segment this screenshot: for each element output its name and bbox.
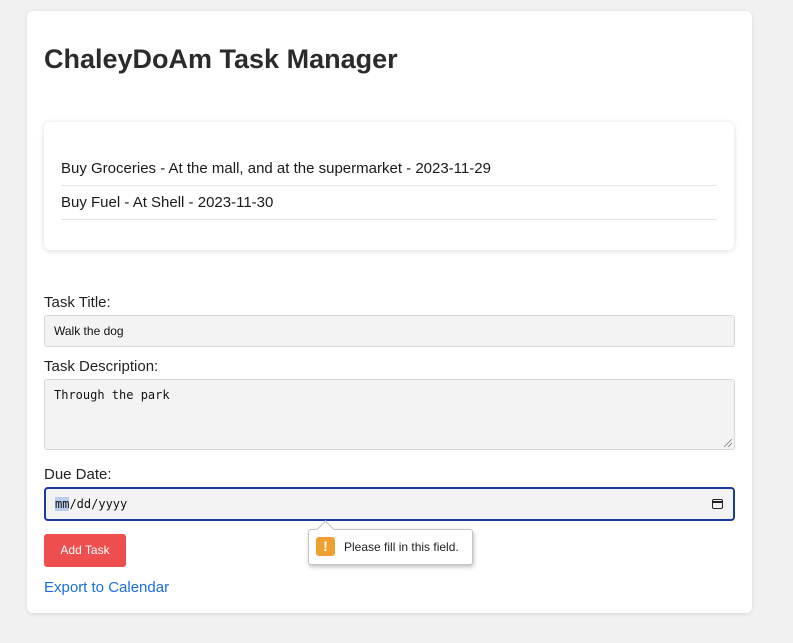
calendar-icon[interactable]	[712, 499, 723, 509]
validation-tooltip: ! Please fill in this field.	[308, 529, 473, 565]
task-description-label: Task Description:	[44, 358, 159, 375]
export-to-calendar-link[interactable]: Export to Calendar	[44, 579, 169, 596]
date-month-segment[interactable]: mm	[55, 497, 70, 511]
date-day-year-segments[interactable]: /dd/yyyy	[69, 497, 127, 511]
validation-message: Please fill in this field.	[344, 540, 459, 554]
due-date-input[interactable]: mm/dd/yyyy	[44, 487, 735, 521]
task-item: Buy Fuel - At Shell - 2023-11-30	[61, 186, 717, 220]
task-description-value: Through the park	[54, 388, 170, 402]
task-title-input[interactable]: Walk the dog	[44, 315, 735, 347]
main-card: ChaleyDoAm Task Manager Buy Groceries - …	[27, 11, 752, 613]
due-date-label: Due Date:	[44, 466, 112, 483]
resize-grip-icon[interactable]	[724, 439, 732, 447]
warning-icon: !	[316, 537, 335, 556]
add-task-button[interactable]: Add Task	[44, 534, 126, 567]
page-title: ChaleyDoAm Task Manager	[44, 44, 398, 74]
task-list: Buy Groceries - At the mall, and at the …	[44, 122, 734, 250]
task-description-textarea[interactable]: Through the park	[44, 379, 735, 450]
task-title-label: Task Title:	[44, 294, 111, 311]
task-item: Buy Groceries - At the mall, and at the …	[61, 152, 717, 186]
